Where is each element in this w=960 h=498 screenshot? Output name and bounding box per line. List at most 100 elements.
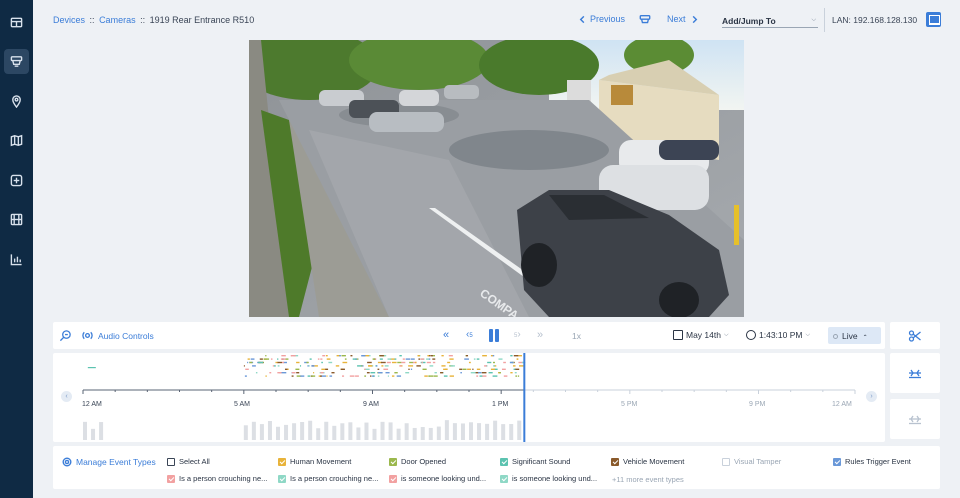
manage-event-types-button[interactable]: Manage Event Types xyxy=(62,457,156,467)
audio-controls-button[interactable]: Audio Controls xyxy=(98,331,154,341)
checkbox-box[interactable] xyxy=(167,474,175,483)
skip-forward-button[interactable]: 5› xyxy=(514,329,521,340)
event-mark xyxy=(422,368,427,370)
checkbox-box[interactable] xyxy=(278,474,286,483)
event-mark xyxy=(515,368,520,370)
event-timeline[interactable]: ‹ › 12 AM 5 AM 9 AM 1 PM 5 PM 9 PM 12 AM xyxy=(53,353,885,442)
timeline-scroll-right[interactable]: › xyxy=(866,391,877,402)
checkbox-box[interactable] xyxy=(167,457,175,466)
event-mark xyxy=(432,361,436,364)
nav-locations[interactable] xyxy=(4,89,29,114)
network-icon[interactable] xyxy=(926,12,941,27)
event-mark xyxy=(519,365,524,367)
event-mark xyxy=(342,361,348,364)
nav-analytics[interactable] xyxy=(4,247,29,272)
previous-label: Previous xyxy=(590,14,626,24)
tick-label: 5 PM xyxy=(621,401,638,408)
date-picker[interactable]: May 14th ⌵ xyxy=(673,330,729,340)
time-picker[interactable]: 1:43:10 PM ⌵ xyxy=(746,330,810,340)
event-type-checkbox[interactable]: Is a person crouching ne... xyxy=(278,474,378,483)
checkbox-box[interactable] xyxy=(500,474,508,483)
checkbox-box[interactable] xyxy=(389,457,397,466)
zoom-in-timeline-button[interactable] xyxy=(890,353,940,393)
event-mark xyxy=(420,358,425,360)
rewind-button[interactable]: « xyxy=(443,329,449,341)
audio-icon xyxy=(81,329,94,344)
next-label: Next xyxy=(667,14,686,24)
camera-video-feed[interactable]: COMPA xyxy=(249,40,744,317)
event-mark xyxy=(414,361,417,364)
camera-view-button[interactable] xyxy=(639,14,651,26)
skip-back-button[interactable]: ‹5 xyxy=(466,329,473,340)
event-mark xyxy=(350,355,353,357)
nav-maps[interactable] xyxy=(4,128,29,153)
event-mark xyxy=(470,372,476,374)
activity-bar xyxy=(485,423,490,440)
fast-forward-icon: » xyxy=(537,329,544,341)
event-type-checkbox[interactable]: Significant Sound xyxy=(500,457,570,466)
event-type-checkbox[interactable]: Rules Trigger Event xyxy=(833,457,911,466)
clip-button[interactable] xyxy=(890,322,940,349)
breadcrumb-cameras[interactable]: Cameras xyxy=(99,15,136,25)
breadcrumb-separator: :: xyxy=(140,15,146,25)
event-mark xyxy=(349,375,355,377)
add-jump-to-select[interactable]: Add/Jump To ⌵ xyxy=(722,13,818,28)
event-type-checkbox[interactable]: Is a person crouching ne... xyxy=(167,474,267,483)
divider xyxy=(824,8,825,32)
camera-icon xyxy=(639,15,651,24)
activity-bar xyxy=(259,424,264,440)
event-mark xyxy=(476,368,481,370)
nav-archives[interactable] xyxy=(4,207,29,232)
speed-selector[interactable]: 1x xyxy=(572,331,581,341)
breadcrumb-separator: :: xyxy=(89,15,95,25)
checkbox-label: Human Movement xyxy=(290,457,352,466)
checkbox-box[interactable] xyxy=(278,457,286,466)
activity-bar xyxy=(444,420,449,440)
nav-health[interactable] xyxy=(4,168,29,193)
pause-button[interactable] xyxy=(488,329,501,342)
checkbox-box[interactable] xyxy=(833,457,841,466)
checkbox-box[interactable] xyxy=(500,457,508,466)
event-mark xyxy=(510,372,513,374)
checkbox-label: Visual Tamper xyxy=(734,457,782,466)
more-event-types-link[interactable]: +11 more event types xyxy=(612,475,684,484)
checkbox-box[interactable] xyxy=(611,457,619,466)
event-type-checkbox[interactable]: Door Opened xyxy=(389,457,446,466)
event-mark xyxy=(291,375,294,377)
next-button[interactable]: Next xyxy=(667,14,699,24)
event-type-checkbox[interactable]: Visual Tamper xyxy=(722,457,781,466)
event-mark xyxy=(426,361,431,364)
timeline-scroll-left[interactable]: ‹ xyxy=(61,391,72,402)
event-mark xyxy=(365,368,370,370)
event-type-checkbox[interactable]: Vehicle Movement xyxy=(611,457,684,466)
fast-forward-button[interactable]: » xyxy=(537,329,543,341)
event-type-checkbox[interactable]: Select All xyxy=(167,457,210,466)
event-type-checkbox[interactable]: is someone looking und... xyxy=(389,474,486,483)
live-button[interactable]: Live ⌃ xyxy=(828,327,881,344)
activity-bar xyxy=(509,424,514,440)
activity-bar xyxy=(388,422,393,440)
activity-bar xyxy=(332,425,337,440)
event-mark xyxy=(269,372,272,374)
nav-dashboard[interactable] xyxy=(4,10,29,35)
previous-button[interactable]: Previous xyxy=(578,14,625,24)
zoom-search-button[interactable] xyxy=(59,329,72,344)
chevron-right-icon: › xyxy=(870,393,873,400)
event-mark xyxy=(429,365,434,367)
live-label: Live xyxy=(842,331,858,341)
activity-bar xyxy=(364,422,369,440)
checkbox-box[interactable] xyxy=(722,457,730,466)
event-type-checkbox[interactable]: is someone looking und... xyxy=(500,474,597,483)
event-mark xyxy=(472,368,474,370)
event-mark xyxy=(372,375,375,377)
event-mark xyxy=(410,358,415,360)
nav-cameras[interactable] xyxy=(4,49,29,74)
event-mark xyxy=(385,372,390,374)
checkbox-label: Rules Trigger Event xyxy=(845,457,911,466)
zoom-out-timeline-button[interactable] xyxy=(890,399,940,439)
event-mark xyxy=(326,355,328,357)
checkbox-box[interactable] xyxy=(389,474,397,483)
event-type-checkbox[interactable]: Human Movement xyxy=(278,457,351,466)
breadcrumb-devices[interactable]: Devices xyxy=(53,15,85,25)
event-mark xyxy=(320,372,324,374)
